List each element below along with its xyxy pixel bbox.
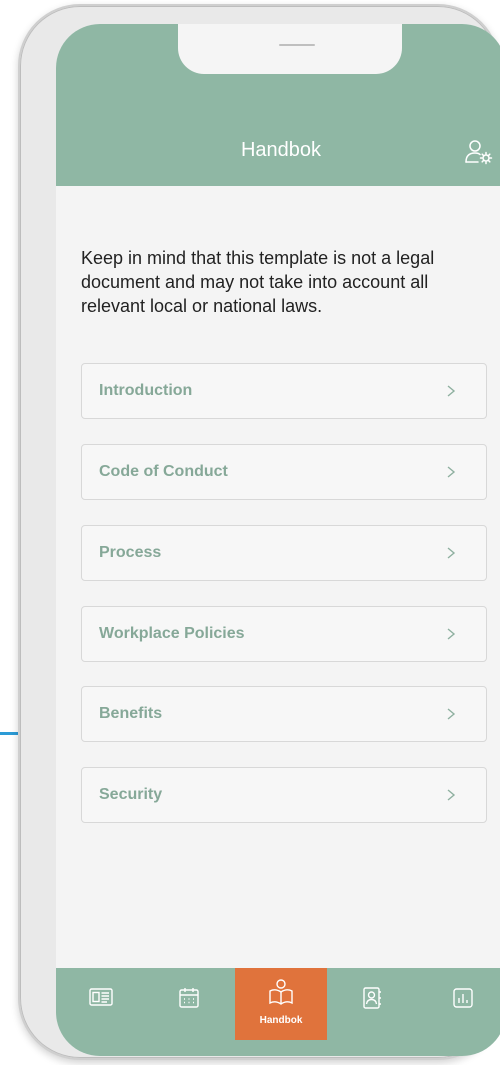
menu-item-label: Workplace Policies [99, 625, 245, 642]
menu-item-workplace-policies[interactable]: Workplace Policies [81, 606, 487, 662]
menu-item-label: Benefits [99, 705, 163, 722]
phone-frame: Handbok Keep in mind that this template … [18, 4, 500, 1060]
nav-tab-contacts[interactable] [327, 968, 419, 1040]
chevron-right-icon [447, 547, 456, 559]
menu-item-label: Introduction [99, 382, 193, 399]
chevron-right-icon [447, 628, 456, 640]
nav-tab-label: Handbok [259, 1015, 303, 1026]
chevron-right-icon [447, 466, 456, 478]
nav-tab-news[interactable] [56, 968, 148, 1040]
calendar-icon [179, 988, 199, 1008]
chevron-right-icon [447, 789, 456, 801]
speaker-grille [279, 44, 315, 46]
menu-item-label: Process [99, 544, 162, 561]
user-settings-button[interactable] [464, 137, 494, 167]
book-icon [269, 979, 293, 1005]
nav-tab-calendar[interactable] [144, 968, 236, 1040]
chevron-right-icon [447, 385, 456, 397]
menu-item-benefits[interactable]: Benefits [81, 686, 487, 742]
phone-notch [178, 24, 402, 74]
menu-item-security[interactable]: Security [81, 767, 487, 823]
news-icon [89, 988, 113, 1006]
chevron-right-icon [447, 708, 456, 720]
bottom-nav: Handbok [56, 968, 500, 1056]
menu-item-label: Security [99, 786, 163, 803]
nav-tab-reports[interactable] [418, 968, 500, 1040]
nav-tab-handbok[interactable]: Handbok [235, 968, 327, 1040]
menu-item-process[interactable]: Process [81, 525, 487, 581]
page-title: Handbok [240, 139, 322, 161]
menu-item-code-of-conduct[interactable]: Code of Conduct [81, 444, 487, 500]
app-screen: Handbok Keep in mind that this template … [56, 24, 500, 1056]
menu-item-label: Code of Conduct [99, 463, 228, 480]
user-settings-icon [465, 140, 493, 165]
contacts-icon [363, 987, 381, 1009]
chart-icon [453, 988, 473, 1008]
intro-text: Keep in mind that this template is not a… [81, 248, 435, 316]
menu-item-introduction[interactable]: Introduction [81, 363, 487, 419]
